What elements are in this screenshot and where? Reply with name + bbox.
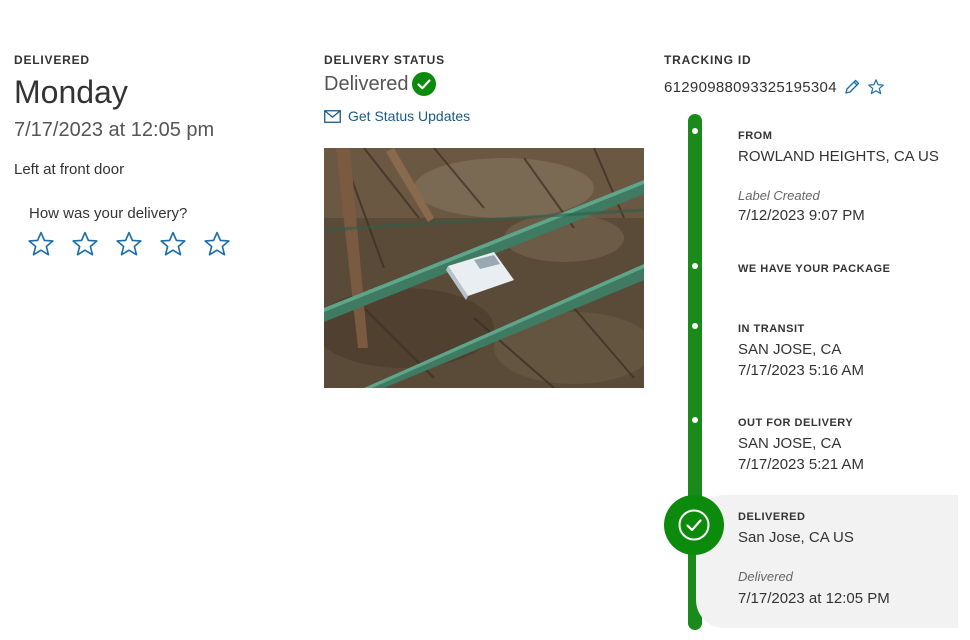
event-label-out-for-delivery: OUT FOR DELIVERY [738, 417, 854, 429]
timeline-node [692, 263, 698, 269]
event-label-delivered: DELIVERED [738, 511, 806, 523]
event-location: San Jose, CA US [738, 529, 854, 546]
delivered-eyebrow: DELIVERED [14, 53, 90, 67]
rating-stars [27, 230, 231, 258]
tracking-number: 61290988093325195304 [664, 78, 837, 96]
check-circle-icon [412, 72, 437, 96]
get-status-updates-link[interactable]: Get Status Updates [324, 108, 470, 124]
timeline-node [692, 323, 698, 329]
event-time: 7/17/2023 5:16 AM [738, 362, 864, 379]
event-note: Label Created [738, 188, 820, 203]
event-location: SAN JOSE, CA [738, 435, 842, 452]
get-status-updates-label: Get Status Updates [348, 108, 471, 124]
rating-star-4-icon[interactable] [159, 230, 187, 258]
timeline-node [692, 128, 698, 134]
delivery-location-note: Left at front door [14, 161, 125, 178]
pencil-icon[interactable] [843, 78, 861, 96]
event-label-received: WE HAVE YOUR PACKAGE [738, 263, 891, 275]
timeline-node [692, 417, 698, 423]
check-circle-icon [678, 509, 710, 541]
delivery-day: Monday [14, 74, 128, 110]
rating-star-3-icon[interactable] [115, 230, 143, 258]
tracking-id: 61290988093325195304 [664, 78, 885, 96]
event-note: Delivered [738, 569, 793, 584]
delivery-status-eyebrow: DELIVERY STATUS [324, 53, 445, 67]
event-label-from: FROM [738, 130, 773, 142]
delivery-status: Delivered [324, 72, 437, 96]
rating-star-2-icon[interactable] [71, 230, 99, 258]
status-text: Delivered [324, 72, 409, 95]
delivery-datetime: 7/17/2023 at 12:05 pm [14, 119, 215, 141]
envelope-icon [324, 109, 341, 123]
event-location: SAN JOSE, CA [738, 341, 842, 358]
event-location: ROWLAND HEIGHTS, CA US [738, 148, 939, 165]
event-time: 7/12/2023 9:07 PM [738, 207, 865, 224]
event-label-in-transit: IN TRANSIT [738, 323, 805, 335]
delivery-photo[interactable] [324, 148, 644, 388]
event-time: 7/17/2023 at 12:05 PM [738, 590, 890, 607]
tracking-id-eyebrow: TRACKING ID [664, 53, 752, 67]
favorite-star-icon[interactable] [867, 78, 885, 96]
rating-star-5-icon[interactable] [203, 230, 231, 258]
rating-question: How was your delivery? [29, 205, 188, 222]
delivered-event-panel [696, 495, 958, 628]
delivered-node [664, 495, 724, 555]
rating-star-1-icon[interactable] [27, 230, 55, 258]
event-time: 7/17/2023 5:21 AM [738, 456, 864, 473]
delivery-photo-image [324, 148, 644, 388]
